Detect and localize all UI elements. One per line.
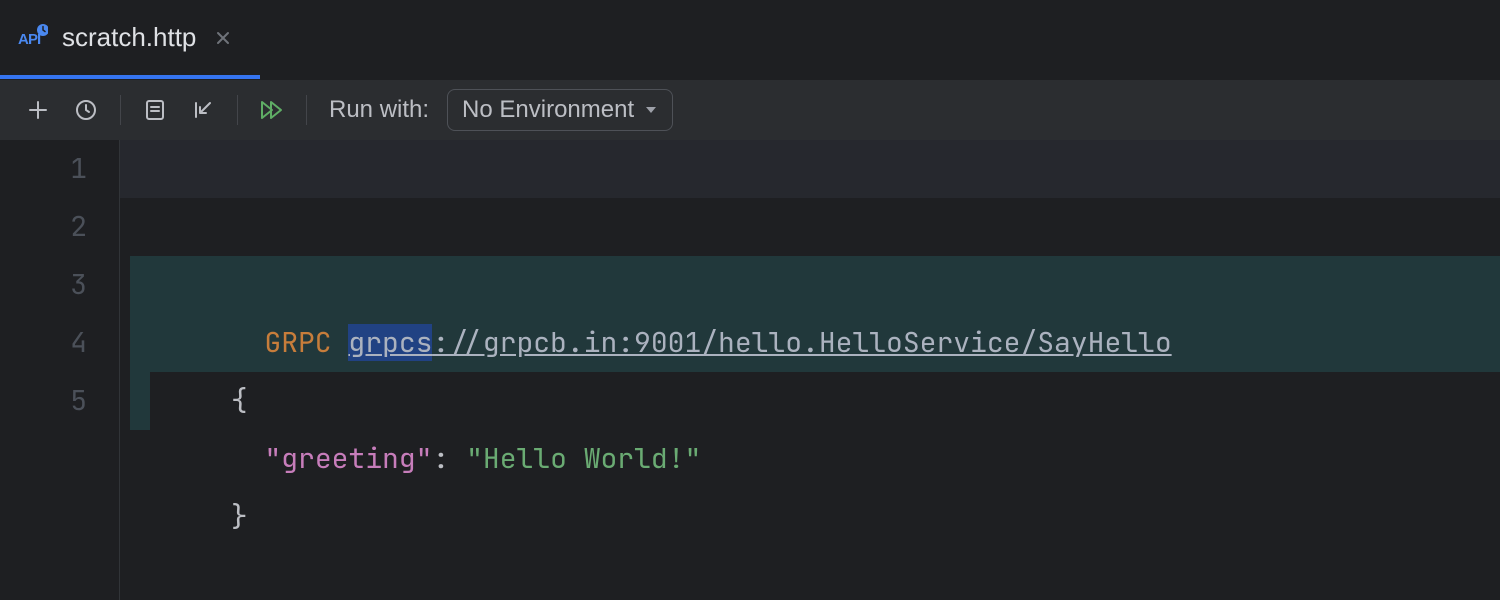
close-icon: [215, 30, 231, 46]
code-line[interactable]: }: [120, 372, 1500, 430]
api-file-icon: A P I: [18, 23, 48, 53]
close-tab-button[interactable]: [210, 25, 236, 51]
code-line[interactable]: {: [120, 256, 1500, 314]
gutter: 1 2 3 4 5: [0, 140, 120, 600]
editor-toolbar: Run with: No Environment: [0, 80, 1500, 140]
tab-label: scratch.http: [62, 22, 196, 53]
code-line[interactable]: GRPC grpcs://grpcb.in:9001/hello.HelloSe…: [120, 140, 1500, 198]
history-button[interactable]: [66, 90, 106, 130]
line-number: 2: [0, 198, 87, 256]
json-close-brace: }: [231, 498, 248, 535]
toolbar-separator: [237, 95, 238, 125]
json-value-quote: ": [466, 440, 483, 477]
environment-select[interactable]: No Environment: [447, 89, 673, 131]
line-number: 1: [0, 140, 87, 198]
json-value-quote: ": [685, 440, 702, 477]
environment-value: No Environment: [462, 96, 634, 124]
run-with-label: Run with:: [329, 96, 429, 124]
json-key-quote: ": [264, 440, 281, 477]
run-all-button[interactable]: [252, 90, 292, 130]
plus-icon: [26, 98, 50, 122]
json-value: Hello World!: [483, 440, 685, 477]
json-key-quote: ": [416, 440, 433, 477]
url-rest: ://grpcb.in:9001/hello.HelloService/SayH…: [432, 324, 1171, 361]
import-button[interactable]: [183, 90, 223, 130]
json-open-brace: {: [231, 382, 248, 419]
import-icon: [191, 98, 215, 122]
tab-scratch-http[interactable]: A P I scratch.http: [0, 0, 260, 79]
code-line[interactable]: [120, 198, 1500, 256]
line-number: 5: [0, 372, 87, 430]
tab-bar: A P I scratch.http: [0, 0, 1500, 80]
request-method: GRPC: [264, 324, 331, 361]
toolbar-separator: [120, 95, 121, 125]
line-number: 3: [0, 256, 87, 314]
history-icon: [74, 98, 98, 122]
code-editor[interactable]: 1 2 3 4 5 GRPC grpcs://grpcb.in:9001/hel…: [0, 140, 1500, 600]
run-all-icon: [259, 98, 285, 122]
request-url: grpcs://grpcb.in:9001/hello.HelloService…: [348, 324, 1171, 361]
document-icon: [144, 98, 166, 122]
add-request-button[interactable]: [18, 90, 58, 130]
chevron-down-icon: [644, 103, 658, 117]
json-key: greeting: [281, 440, 415, 477]
toolbar-separator: [306, 95, 307, 125]
code-area[interactable]: GRPC grpcs://grpcb.in:9001/hello.HelloSe…: [120, 140, 1500, 600]
line-number: 4: [0, 314, 87, 372]
url-scheme-selected: grpcs: [348, 324, 432, 361]
json-colon: :: [432, 440, 449, 477]
examples-button[interactable]: [135, 90, 175, 130]
